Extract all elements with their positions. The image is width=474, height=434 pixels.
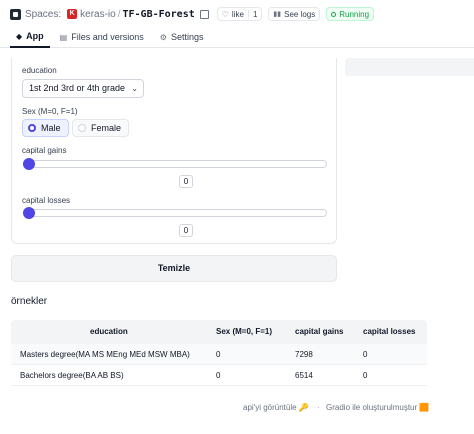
see-logs-button[interactable]: ▮▮ See logs [268,7,321,21]
column-header: capital losses [363,327,416,336]
status-label: Running [339,9,370,19]
like-label: like [231,9,244,19]
capital-losses-slider[interactable] [23,207,327,219]
owner-link[interactable]: keras-io [80,9,116,20]
built-with-gradio-link[interactable]: Gradio ile oluşturulmuştur 🟧 [326,403,429,412]
path-separator: / [117,8,121,20]
tab-settings[interactable]: ⚙ Settings [154,26,210,48]
table-cell: Masters degree(MA MS MEng MEd MSW MBA) [20,350,190,359]
examples-table-header: education Sex (M=0, F=1) capital gains c… [11,320,427,344]
education-label: education [22,66,57,75]
radio-male[interactable]: Male [22,119,69,137]
footer-separator: · [317,403,320,412]
status-badge: Running [326,7,375,21]
gear-icon: ⚙ [159,32,167,42]
capital-losses-label: capital losses [22,196,71,205]
tab-settings-label: Settings [170,32,204,42]
heart-icon: ♡ [221,9,229,19]
radio-male-label: Male [41,123,61,133]
table-cell: 0 [363,350,368,359]
education-value: 1st 2nd 3rd or 4th grade [29,83,126,93]
table-cell: 0 [216,371,221,380]
table-cell: 7298 [295,350,313,359]
like-count: 1 [247,9,257,19]
capital-gains-input[interactable]: 0 [179,175,193,188]
radio-female[interactable]: Female [72,119,130,137]
capital-losses-slider-thumb[interactable] [23,207,35,219]
space-tabs: ◆ App ▤ Files and versions ⚙ Settings [10,26,213,48]
tab-app[interactable]: ◆ App [10,26,50,48]
input-panel: education 1st 2nd 3rd or 4th grade ⌄ Sex… [11,58,337,244]
column-header: education [90,327,128,336]
capital-gains-label: capital gains [22,146,67,155]
education-dropdown[interactable]: 1st 2nd 3rd or 4th grade ⌄ [22,79,144,98]
spaces-logo-icon[interactable] [10,8,21,20]
radio-dot-icon [78,124,86,132]
logs-icon: ▮▮ [273,11,282,18]
table-cell: 6514 [295,371,313,380]
sex-label: Sex (M=0, F=1) [22,107,78,116]
radio-dot-icon [28,124,36,132]
clear-button[interactable]: Temizle [11,255,337,282]
owner-avatar: K [67,9,78,19]
tab-files[interactable]: ▤ Files and versions [54,26,150,48]
column-header: Sex (M=0, F=1) [216,327,273,336]
files-icon: ▤ [59,32,68,42]
table-cell: 0 [363,371,368,380]
examples-title: örnekler [11,296,48,307]
output-box [345,58,474,76]
table-cell: Bachelors degree(BA AB BS) [20,371,124,380]
status-dot-icon [331,11,337,17]
view-api-link[interactable]: api'yi görüntüle 🔑 [243,403,309,412]
table-cell: 0 [216,350,221,359]
table-row[interactable]: Masters degree(MA MS MEng MEd MSW MBA) 0… [11,344,427,365]
spaces-label[interactable]: Spaces: [25,9,61,20]
top-header: Spaces: K keras-io / TF-GB-Forest ♡ like… [0,0,474,48]
examples-table: education Sex (M=0, F=1) capital gains c… [11,320,427,387]
repo-name[interactable]: TF-GB-Forest [123,9,195,20]
space-title-row: Spaces: K keras-io / TF-GB-Forest ♡ like… [10,6,375,22]
capital-losses-input[interactable]: 0 [179,224,193,237]
tab-app-label: App [26,31,44,41]
chevron-down-icon: ⌄ [131,84,138,93]
app-icon: ◆ [16,31,23,41]
table-row[interactable]: Bachelors degree(BA AB BS) 0 6514 0 [11,365,427,386]
tab-files-label: Files and versions [71,32,144,42]
copy-icon[interactable] [199,9,209,19]
capital-gains-slider-thumb[interactable] [23,158,35,170]
see-logs-label: See logs [284,9,316,19]
radio-female-label: Female [91,123,122,133]
like-button[interactable]: ♡ like 1 [216,7,263,21]
capital-gains-slider[interactable] [23,158,327,170]
column-header: capital gains [295,327,344,336]
